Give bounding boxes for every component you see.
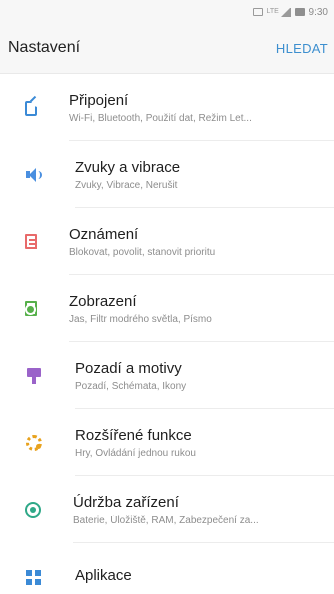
sound-icon — [25, 166, 43, 184]
advanced-features-icon — [25, 434, 43, 452]
nfc-icon — [252, 8, 263, 16]
settings-list: Připojení Wi-Fi, Bluetooth, Použití dat,… — [0, 73, 334, 594]
settings-item-display[interactable]: Zobrazení Jas, Filtr modrého světla, Pís… — [0, 275, 334, 342]
battery-icon — [294, 8, 305, 16]
settings-item-title: Zvuky a vibrace — [75, 158, 181, 176]
settings-item-text: Připojení Wi-Fi, Bluetooth, Použití dat,… — [69, 74, 334, 141]
settings-item-subtitle: Jas, Filtr modrého světla, Písmo — [69, 313, 212, 325]
settings-item-title: Oznámení — [69, 225, 139, 243]
settings-item-subtitle: Baterie, Úložiště, RAM, Zabezpečení za..… — [73, 514, 259, 526]
settings-item-device-maintenance[interactable]: Údržba zařízení Baterie, Úložiště, RAM, … — [0, 476, 334, 543]
settings-item-connections[interactable]: Připojení Wi-Fi, Bluetooth, Použití dat,… — [0, 74, 334, 141]
settings-item-text: Zobrazení Jas, Filtr modrého světla, Pís… — [69, 275, 334, 342]
settings-item-apps[interactable]: Aplikace — [0, 543, 334, 594]
settings-item-advanced-features[interactable]: Rozšířené funkce Hry, Ovládání jednou ru… — [0, 409, 334, 476]
settings-item-text: Zvuky a vibrace Zvuky, Vibrace, Nerušit — [75, 141, 334, 208]
settings-item-subtitle: Hry, Ovládání jednou rukou — [75, 447, 196, 459]
lte-icon: LTE — [266, 8, 279, 15]
signal-icon — [280, 7, 291, 17]
display-icon — [25, 301, 37, 316]
connections-icon — [25, 100, 37, 116]
settings-item-text: Aplikace — [75, 543, 334, 594]
settings-item-title: Údržba zařízení — [73, 493, 179, 511]
notifications-icon — [25, 234, 37, 249]
wallpaper-icon — [25, 367, 43, 385]
settings-item-wallpapers-themes[interactable]: Pozadí a motivy Pozadí, Schémata, Ikony — [0, 342, 334, 409]
app-header: Nastavení HLEDAT — [0, 24, 334, 72]
settings-item-title: Zobrazení — [69, 292, 137, 310]
settings-item-text: Údržba zařízení Baterie, Úložiště, RAM, … — [73, 476, 334, 543]
settings-item-title: Připojení — [69, 91, 129, 109]
status-time: 9:30 — [308, 6, 328, 18]
settings-item-title: Rozšířené funkce — [75, 426, 192, 444]
settings-item-title: Pozadí a motivy — [75, 359, 182, 377]
settings-item-text: Oznámení Blokovat, povolit, stanovit pri… — [69, 208, 334, 275]
settings-item-sounds[interactable]: Zvuky a vibrace Zvuky, Vibrace, Nerušit — [0, 141, 334, 208]
device-maintenance-icon — [25, 501, 41, 518]
apps-icon — [25, 568, 43, 586]
search-button[interactable]: HLEDAT — [276, 41, 328, 56]
page-title: Nastavení — [8, 39, 81, 56]
settings-item-subtitle: Pozadí, Schémata, Ikony — [75, 380, 187, 392]
settings-item-subtitle: Zvuky, Vibrace, Nerušit — [75, 179, 178, 191]
settings-item-text: Pozadí a motivy Pozadí, Schémata, Ikony — [75, 342, 334, 409]
status-bar: LTE 9:30 — [0, 0, 334, 24]
settings-item-subtitle: Blokovat, povolit, stanovit prioritu — [69, 246, 216, 258]
settings-item-text: Rozšířené funkce Hry, Ovládání jednou ru… — [75, 409, 334, 476]
settings-item-notifications[interactable]: Oznámení Blokovat, povolit, stanovit pri… — [0, 208, 334, 275]
settings-item-title: Aplikace — [75, 566, 132, 584]
settings-item-subtitle: Wi-Fi, Bluetooth, Použití dat, Režim Let… — [69, 112, 252, 124]
